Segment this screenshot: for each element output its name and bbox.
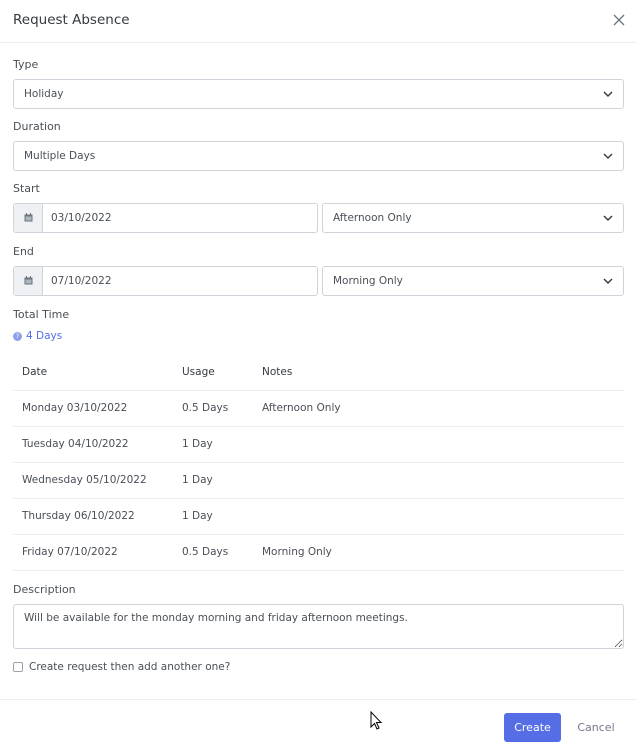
end-label: End (13, 245, 34, 258)
table-header-row: Date Usage Notes (13, 354, 624, 391)
start-date-addon[interactable] (14, 204, 43, 232)
type-select[interactable]: Holiday (13, 79, 624, 109)
row-usage: 1 Day (173, 498, 253, 535)
duration-value: Multiple Days (24, 150, 96, 162)
description-label: Description (13, 583, 76, 596)
row-notes: Morning Only (253, 534, 624, 571)
column-header-usage: Usage (173, 354, 253, 391)
total-time-label: Total Time (13, 308, 70, 321)
table-row: Wednesday 05/10/2022 1 Day (13, 462, 624, 499)
table-row: Thursday 06/10/2022 1 Day (13, 498, 624, 535)
row-notes (253, 498, 624, 535)
close-icon[interactable] (612, 13, 626, 27)
row-date: Tuesday 04/10/2022 (13, 426, 173, 463)
total-time-value: 4 Days (26, 330, 63, 342)
question-icon[interactable]: ? (13, 331, 22, 341)
days-table: Date Usage Notes Monday 03/10/2022 0.5 D… (13, 354, 624, 571)
row-usage: 1 Day (173, 426, 253, 463)
calendar-icon (24, 276, 33, 285)
start-label: Start (13, 182, 40, 195)
row-notes: Afternoon Only (253, 390, 624, 427)
chevron-down-icon (603, 153, 613, 159)
calendar-icon (24, 213, 33, 222)
type-value: Holiday (24, 88, 64, 100)
type-label: Type (13, 58, 39, 71)
duration-select[interactable]: Multiple Days (13, 141, 624, 171)
add-another-checkbox[interactable] (13, 662, 23, 672)
chevron-down-icon (603, 278, 613, 284)
duration-label: Duration (13, 120, 61, 133)
end-part-select[interactable]: Morning Only (322, 266, 624, 296)
column-header-notes: Notes (253, 354, 624, 391)
chevron-down-icon (603, 215, 613, 221)
row-usage: 0.5 Days (173, 390, 253, 427)
add-another-label: Create request then add another one? (29, 661, 231, 673)
row-notes (253, 462, 624, 499)
end-date-addon[interactable] (14, 267, 43, 295)
dialog-title: Request Absence (13, 12, 130, 28)
row-usage: 1 Day (173, 462, 253, 499)
create-button[interactable]: Create (504, 713, 561, 742)
end-date-value: 07/10/2022 (51, 275, 112, 287)
row-date: Wednesday 05/10/2022 (13, 462, 173, 499)
start-date-value: 03/10/2022 (51, 212, 112, 224)
end-part-value: Morning Only (333, 275, 403, 287)
total-time: ? 4 Days (13, 330, 62, 342)
column-header-date: Date (13, 354, 173, 391)
end-date-input[interactable]: 07/10/2022 (13, 266, 318, 296)
row-date: Monday 03/10/2022 (13, 390, 173, 427)
table-row: Friday 07/10/2022 0.5 Days Morning Only (13, 534, 624, 571)
chevron-down-icon (603, 91, 613, 97)
start-part-value: Afternoon Only (333, 212, 412, 224)
start-part-select[interactable]: Afternoon Only (322, 203, 624, 233)
row-notes (253, 426, 624, 463)
add-another-checkbox-row[interactable]: Create request then add another one? (13, 661, 230, 673)
start-date-input[interactable]: 03/10/2022 (13, 203, 318, 233)
description-textarea[interactable]: Will be available for the monday morning… (13, 604, 624, 649)
table-row: Monday 03/10/2022 0.5 Days Afternoon Onl… (13, 390, 624, 427)
mouse-cursor-icon (370, 711, 383, 730)
dialog-header: Request Absence (0, 0, 637, 43)
row-date: Thursday 06/10/2022 (13, 498, 173, 535)
table-row: Tuesday 04/10/2022 1 Day (13, 426, 624, 463)
row-date: Friday 07/10/2022 (13, 534, 173, 571)
row-usage: 0.5 Days (173, 534, 253, 571)
cancel-button[interactable]: Cancel (570, 713, 622, 742)
